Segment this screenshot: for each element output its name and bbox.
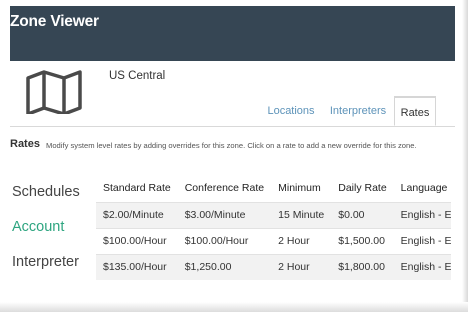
table-cell[interactable]: 2 Hour — [271, 253, 332, 280]
side-nav-item-account[interactable]: Account — [12, 219, 64, 235]
tab-rates[interactable]: Rates — [394, 96, 436, 126]
rates-section-description: Modify system level rates by adding over… — [46, 141, 417, 150]
table-header-row: Standard Rate Conference Rate Minimum Da… — [96, 174, 451, 202]
column-header: Standard Rate — [103, 181, 171, 194]
window-shadow — [462, 0, 468, 312]
table-cell[interactable]: $135.00/Hour — [96, 253, 178, 280]
table-cell[interactable]: 15 Minute — [271, 201, 332, 228]
table-row[interactable]: $135.00/Hour $1,250.00 2 Hour $1,800.00 … — [96, 253, 451, 280]
table-row[interactable]: $100.00/Hour $100.00/Hour 2 Hour $1,500.… — [96, 227, 451, 254]
table-cell[interactable]: English - Engli — [393, 227, 451, 254]
zone-name: US Central — [109, 70, 166, 82]
table-cell[interactable]: $1,800.00 — [331, 253, 394, 280]
tab-locations[interactable]: Locations — [260, 96, 322, 126]
side-nav-item-interpreter[interactable]: Interpreter — [12, 254, 79, 270]
tab-bar: Locations Interpreters Rates — [260, 96, 446, 126]
table-cell[interactable]: $2.00/Minute — [96, 201, 178, 228]
table-cell[interactable]: $0.00 — [331, 201, 394, 228]
column-header: Language 1(s) — [400, 181, 451, 194]
map-icon — [26, 70, 82, 114]
page-title: Zone Viewer — [10, 13, 99, 30]
table-cell[interactable]: $1,250.00 — [177, 253, 272, 280]
table-cell[interactable]: $3.00/Minute — [177, 201, 272, 228]
rates-table-container: Standard Rate Conference Rate Minimum Da… — [96, 174, 451, 284]
zone-viewer-window: Zone Viewer US Central Locations Interpr… — [0, 0, 468, 312]
rates-section-label: Rates — [10, 138, 40, 150]
table-cell[interactable]: $100.00/Hour — [177, 227, 272, 254]
table-cell[interactable]: 2 Hour — [271, 227, 332, 254]
tab-divider — [10, 126, 455, 127]
column-header: Minimum — [278, 181, 321, 194]
window-shadow — [0, 302, 468, 312]
table-cell[interactable]: English - Engli — [393, 253, 451, 280]
table-cell[interactable]: English - Engli — [393, 201, 451, 228]
column-header: Daily Rate — [338, 181, 387, 194]
header-bar: Zone Viewer — [10, 6, 455, 61]
side-nav-item-schedules[interactable]: Schedules — [12, 184, 80, 200]
table-cell[interactable]: $1,500.00 — [331, 227, 394, 254]
tab-interpreters[interactable]: Interpreters — [326, 96, 390, 126]
column-header: Conference Rate — [184, 181, 265, 194]
table-cell[interactable]: $100.00/Hour — [96, 227, 178, 254]
table-row[interactable]: $2.00/Minute $3.00/Minute 15 Minute $0.0… — [96, 201, 451, 228]
rates-table: Standard Rate Conference Rate Minimum Da… — [96, 174, 451, 280]
